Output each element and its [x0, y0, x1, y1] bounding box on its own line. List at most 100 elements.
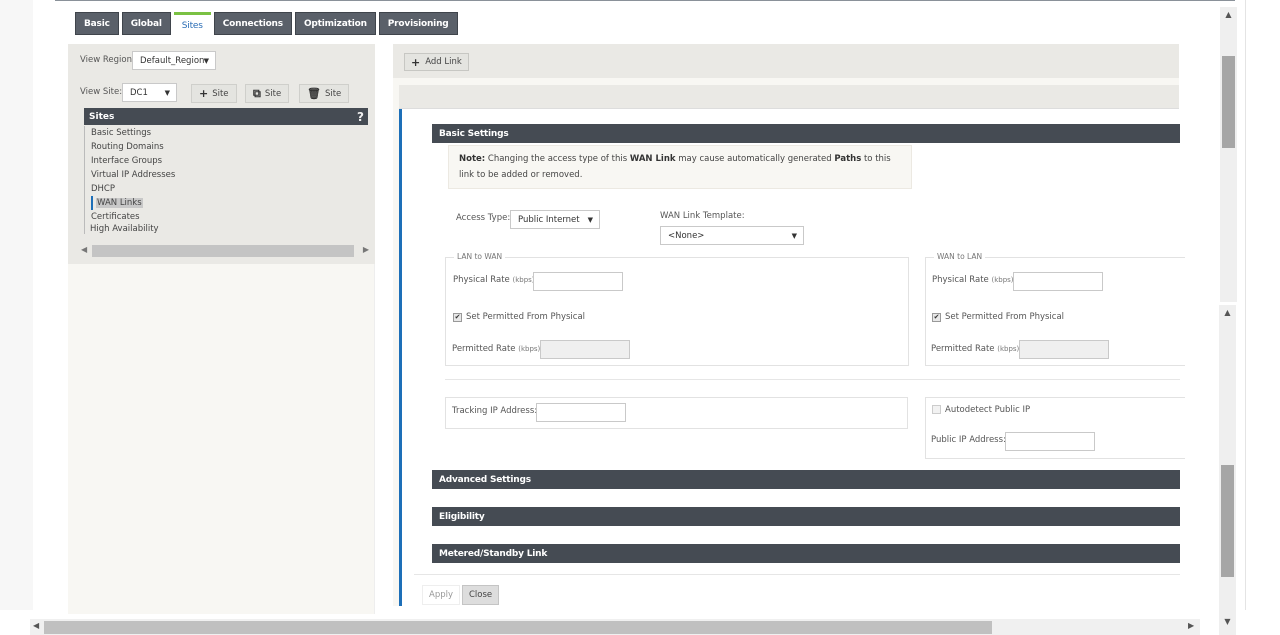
scroll-left-icon[interactable]: ◀: [33, 621, 39, 630]
view-site-select[interactable]: DC1 ▼: [122, 83, 177, 102]
tab-optimization[interactable]: Optimization: [294, 12, 376, 35]
tree-item-wan-links[interactable]: WAN Links: [91, 196, 175, 210]
chevron-down-icon: ▼: [164, 88, 170, 97]
eligibility-header[interactable]: Eligibility: [432, 507, 1180, 526]
left-gutter: [0, 0, 33, 610]
lower-vertical-scrollbar[interactable]: ▲ ▼: [1219, 305, 1236, 635]
tree-item-wan-links-label: WAN Links: [96, 198, 143, 208]
tree-item-basic-settings[interactable]: Basic Settings: [85, 126, 175, 140]
tree-item-high-availability[interactable]: High Availability: [90, 224, 159, 234]
wan-physical-rate-label: Physical Rate (kbps):: [932, 275, 1016, 285]
note-bold-wan-link: WAN Link: [629, 154, 676, 164]
wan-to-lan-legend: WAN to LAN: [934, 252, 986, 261]
access-type-value: Public Internet: [518, 214, 580, 225]
wan-link-template-value: <None>: [668, 230, 705, 241]
wan-link-template-label: WAN Link Template:: [660, 211, 745, 221]
tab-provisioning[interactable]: Provisioning: [378, 12, 458, 35]
apply-button[interactable]: Apply: [422, 585, 460, 605]
lan-permitted-rate-text: Permitted Rate: [452, 344, 516, 354]
tree-item-certificates[interactable]: Certificates: [85, 210, 175, 224]
scrollbar-thumb[interactable]: [44, 621, 992, 634]
sites-tree: Basic Settings Routing Domains Interface…: [84, 126, 175, 234]
trash-icon: 🗑: [307, 87, 321, 100]
scroll-up-icon[interactable]: ▲: [1220, 10, 1237, 19]
page-horizontal-scrollbar[interactable]: ◀ ▶: [30, 619, 1200, 635]
tab-global[interactable]: Global: [121, 12, 171, 35]
view-site-label: View Site:: [80, 87, 123, 97]
tab-connections[interactable]: Connections: [213, 12, 292, 35]
view-region-value: Default_Region: [140, 55, 205, 66]
plus-icon: +: [199, 87, 209, 100]
add-link-label: Add Link: [425, 57, 462, 67]
view-site-value: DC1: [130, 87, 148, 98]
chevron-down-icon: ▼: [203, 56, 209, 65]
sites-navigation-pane: View Region: Default_Region ▼ View Site:…: [68, 44, 375, 614]
scroll-right-icon[interactable]: ▶: [1188, 621, 1194, 630]
add-link-button[interactable]: + Add Link: [404, 53, 469, 71]
note-bold-paths: Paths: [834, 154, 862, 164]
public-ip-input[interactable]: [1005, 432, 1095, 451]
autodetect-public-ip-checkbox[interactable]: [932, 405, 941, 414]
upper-vertical-scrollbar[interactable]: ▲: [1220, 7, 1237, 302]
basic-settings-header[interactable]: Basic Settings: [432, 124, 1180, 143]
delete-site-button[interactable]: 🗑 Site: [299, 84, 350, 103]
scroll-right-icon[interactable]: ▶: [363, 245, 369, 254]
add-site-label: Site: [212, 88, 229, 99]
lan-permitted-rate-label: Permitted Rate (kbps):: [452, 344, 543, 354]
access-type-select[interactable]: Public Internet ▼: [510, 210, 600, 229]
autodetect-public-ip-label: Autodetect Public IP: [945, 405, 1031, 415]
clone-site-button[interactable]: ⧉ Site: [245, 84, 290, 103]
view-region-select[interactable]: Default_Region ▼: [132, 51, 216, 70]
lan-physical-rate-input[interactable]: [533, 272, 623, 291]
tab-basic[interactable]: Basic: [75, 12, 119, 35]
add-site-button[interactable]: + Site: [191, 84, 237, 103]
wan-link-template-select[interactable]: <None> ▼: [660, 226, 804, 245]
tree-horizontal-scrollbar[interactable]: ◀ ▶: [78, 244, 372, 258]
toolbar: + Add Link: [393, 44, 1179, 78]
top-divider: [55, 0, 1235, 1]
lan-physical-rate-text: Physical Rate: [453, 275, 510, 285]
sites-header-title: Sites: [89, 111, 115, 122]
tree-item-dhcp[interactable]: DHCP: [85, 182, 175, 196]
access-type-label: Access Type:: [456, 213, 511, 223]
unit-label: (kbps):: [997, 345, 1022, 353]
tree-item-routing-domains[interactable]: Routing Domains: [85, 140, 175, 154]
scrollbar-thumb[interactable]: [1222, 56, 1235, 148]
close-button[interactable]: Close: [462, 585, 500, 605]
wan-set-permitted-label: Set Permitted From Physical: [945, 312, 1065, 322]
wan-set-permitted-checkbox[interactable]: ✔: [932, 313, 941, 322]
wan-physical-rate-input[interactable]: [1013, 272, 1103, 291]
wan-permitted-rate-label: Permitted Rate (kbps):: [931, 344, 1022, 354]
scroll-left-icon[interactable]: ◀: [81, 245, 87, 254]
view-region-label: View Region:: [80, 55, 135, 65]
note-text: may cause automatically generated: [675, 154, 835, 164]
help-icon[interactable]: ?: [357, 110, 364, 124]
tab-sites[interactable]: Sites: [173, 12, 211, 36]
chevron-down-icon: ▼: [587, 215, 593, 224]
lan-set-permitted-label: Set Permitted From Physical: [466, 312, 586, 322]
tree-item-virtual-ip-addresses[interactable]: Virtual IP Addresses: [85, 168, 175, 182]
metered-standby-link-header[interactable]: Metered/Standby Link: [432, 544, 1180, 563]
lan-to-wan-legend: LAN to WAN: [454, 252, 506, 261]
note-prefix: Note:: [459, 154, 486, 164]
divider: [445, 379, 1180, 380]
clone-site-label: Site: [264, 88, 282, 99]
lan-physical-rate-label: Physical Rate (kbps):: [453, 275, 537, 285]
tree-item-interface-groups[interactable]: Interface Groups: [85, 154, 175, 168]
chevron-down-icon: ▼: [791, 231, 797, 240]
scroll-up-icon[interactable]: ▲: [1219, 308, 1236, 317]
link-list-header: [399, 85, 1179, 109]
wan-link-editor: Basic Settings Note: Changing the access…: [399, 109, 1185, 606]
scrollbar-thumb[interactable]: [92, 245, 354, 257]
scroll-down-icon[interactable]: ▼: [1219, 617, 1236, 626]
advanced-settings-header[interactable]: Advanced Settings: [432, 470, 1180, 489]
access-type-note: Note: Changing the access type of this W…: [448, 145, 912, 189]
tracking-ip-input[interactable]: [536, 403, 626, 422]
lan-set-permitted-checkbox[interactable]: ✔: [453, 313, 462, 322]
scrollbar-thumb[interactable]: [1221, 465, 1234, 577]
wan-permitted-rate-input: [1019, 340, 1109, 359]
delete-site-label: Site: [324, 88, 342, 99]
plus-icon: +: [411, 55, 421, 69]
sites-tree-header: Sites ?: [84, 108, 368, 125]
lan-permitted-rate-input: [540, 340, 630, 359]
